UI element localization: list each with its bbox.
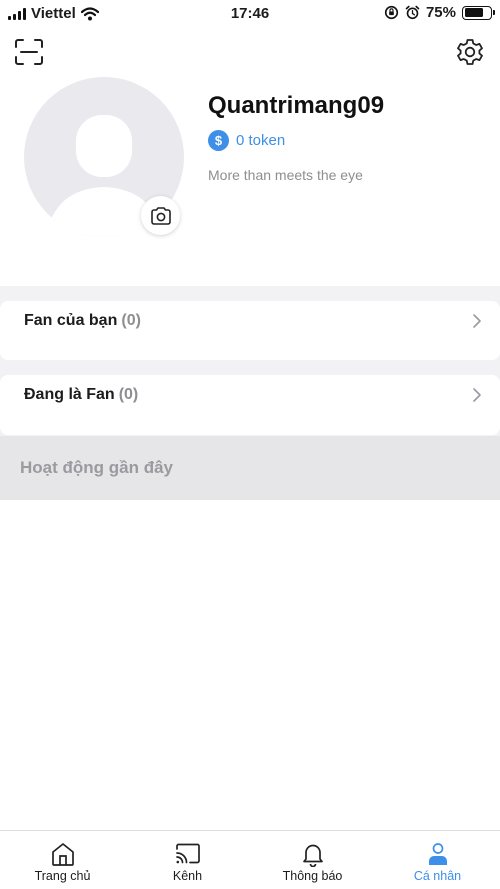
following-label: Đang là Fan (0) [24,386,139,403]
status-right: 75% [384,4,495,21]
bottom-nav: Trang chủ Kênh Thông báo Cá nhân [0,830,500,889]
fans-count: (0) [121,312,141,329]
fans-label: Fan của bạn (0) [24,312,141,329]
following-count: (0) [118,386,139,403]
nav-profile[interactable]: Cá nhân [375,831,500,889]
person-icon [428,843,447,865]
username: Quantrimang09 [208,92,385,119]
status-bar: Viettel 17:46 75% [0,0,500,26]
token-text: 0 token [236,132,286,149]
scan-icon [15,39,43,65]
coin-icon: $ [208,130,229,151]
nav-notifications[interactable]: Thông báo [250,831,375,889]
nav-home-label: Trang chủ [34,869,91,883]
battery-fill [464,8,484,17]
camera-icon [150,206,171,225]
recent-activity-header: Hoạt động gần đây [0,436,500,500]
battery-percent: 75% [425,4,456,21]
recent-activity-label: Hoạt động gần đây [20,458,173,477]
following-row[interactable]: Đang là Fan (0) [0,375,500,435]
change-avatar-button[interactable] [141,196,180,235]
token-balance[interactable]: $ 0 token [208,130,285,151]
chevron-right-icon [473,314,481,328]
nav-home[interactable]: Trang chủ [0,831,125,889]
settings-button[interactable] [455,37,485,67]
chevron-right-icon [473,388,481,402]
battery-icon [462,5,495,20]
gear-icon [457,39,483,65]
nav-notifications-label: Thông báo [282,869,343,883]
home-icon [51,843,74,866]
fans-row[interactable]: Fan của bạn (0) [0,301,500,360]
nav-channels[interactable]: Kênh [125,831,250,889]
profile-bio: More than meets the eye [208,167,363,183]
scan-button[interactable] [14,38,44,66]
alarm-icon [405,5,420,20]
nav-profile-label: Cá nhân [413,869,462,883]
bell-icon [302,844,323,867]
cast-icon [175,843,200,864]
rotation-lock-icon [384,5,399,20]
nav-channels-label: Kênh [172,869,203,883]
